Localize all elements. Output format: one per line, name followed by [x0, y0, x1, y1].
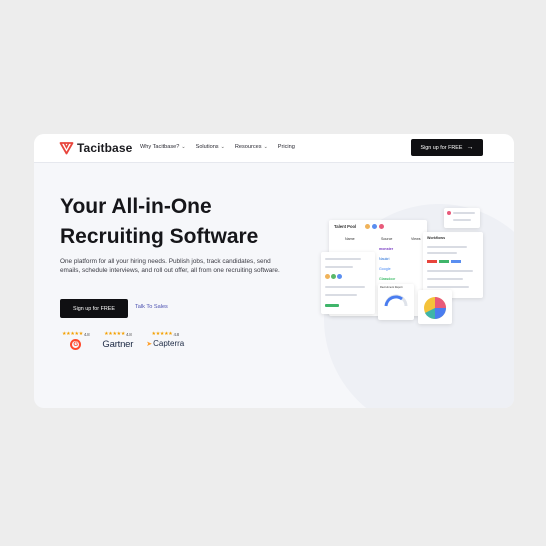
g2-star-icons: ★★★★★ [62, 331, 83, 337]
capterra-icon: ➤ [146, 340, 153, 348]
review-badges: ★★★★★ 4.8 G ★★★★★ 4.8 Gartner ★★★★★ 4.8 … [62, 331, 184, 350]
capterra-logo: ➤ Capterra [146, 339, 184, 348]
talk-to-sales-link[interactable]: Talk To Sales [135, 304, 168, 310]
avatar [325, 274, 330, 279]
logo-icon [59, 142, 74, 155]
text-line [325, 266, 353, 268]
avatar [365, 224, 370, 229]
menu-why-tacitbase[interactable]: Why Tacitbase? ⌄ [140, 144, 186, 150]
avatar [447, 211, 451, 215]
hero-signup-button[interactable]: Sign up for FREE [60, 299, 128, 318]
menu-solutions[interactable]: Solutions ⌄ [196, 144, 225, 150]
comment-card [444, 208, 480, 228]
talent-pool-title: Talent Pool [334, 224, 357, 229]
text-line [427, 270, 473, 272]
hero-title-line1: Your All-in-One [60, 195, 212, 218]
tag [451, 260, 461, 263]
source-monster: monster [379, 247, 394, 251]
workflow-panel: Workflows [423, 232, 483, 298]
capterra-name: Capterra [153, 339, 185, 348]
avatar [372, 224, 377, 229]
badge-g2: ★★★★★ 4.8 G [62, 331, 90, 350]
tag [439, 260, 449, 263]
capterra-star-icons: ★★★★★ [151, 331, 173, 337]
g2-icon: G [70, 339, 82, 350]
brand-logo[interactable]: Tacitbase [59, 140, 132, 155]
gartner-logo: Gartner [102, 339, 134, 350]
text-line [453, 212, 475, 214]
capterra-stars: ★★★★★ 4.8 [151, 331, 180, 337]
avatar [379, 224, 384, 229]
report-title: Recruitment Report [380, 286, 403, 289]
menu-pricing-label: Pricing [277, 144, 295, 150]
badge-gartner: ★★★★★ 4.8 Gartner [102, 331, 133, 350]
status-bar [325, 304, 339, 307]
menu-why-tacitbase-label: Why Tacitbase? [140, 144, 180, 150]
chevron-down-icon: ⌄ [220, 144, 225, 150]
text-line [325, 258, 361, 260]
g2-rating: 4.8 [83, 331, 90, 337]
avatar [337, 274, 342, 279]
menu-resources-label: Resources [234, 144, 262, 150]
badge-capterra: ★★★★★ 4.8 ➤ Capterra [146, 331, 184, 350]
col-stage: Views [411, 237, 421, 241]
hero-subtitle: One platform for all your hiring needs. … [60, 258, 280, 275]
menu-resources[interactable]: Resources ⌄ [235, 144, 268, 150]
menu-pricing[interactable]: Pricing [278, 144, 295, 150]
col-name: Name [345, 237, 355, 241]
text-line [427, 246, 467, 248]
hero-title-line2: Recruiting Software [60, 225, 259, 248]
text-line [325, 286, 365, 288]
capterra-rating: 4.8 [173, 331, 179, 337]
nav-signup-label: Sign up for FREE [420, 144, 463, 151]
candidate-card [321, 252, 375, 314]
recruitment-report-card: Recruitment Report [378, 284, 414, 320]
text-line [427, 252, 457, 254]
chevron-down-icon: ⌄ [263, 144, 268, 150]
g2-stars: ★★★★★ 4.8 [62, 331, 90, 337]
gartner-rating: 4.8 [126, 331, 132, 337]
gartner-stars: ★★★★★ 4.8 [104, 331, 132, 337]
landing-page-card: Tacitbase Why Tacitbase? ⌄ Solutions ⌄ R… [34, 134, 514, 408]
chevron-down-icon: ⌄ [181, 144, 186, 150]
col-source: Source [381, 237, 393, 241]
brand-name: Tacitbase [77, 140, 133, 155]
source-naukri: Naukri [379, 257, 390, 261]
pie-chart [424, 297, 446, 320]
pie-chart-card [418, 290, 452, 324]
text-line [427, 286, 469, 288]
nav-signup-button[interactable]: Sign up for FREE → [411, 139, 483, 156]
hero-title: Your All-in-One Recruiting Software [60, 192, 300, 252]
gartner-star-icons: ★★★★★ [104, 331, 126, 337]
top-navbar: Tacitbase Why Tacitbase? ⌄ Solutions ⌄ R… [34, 134, 514, 163]
source-glassdoor: Glassdoor [379, 277, 396, 281]
avatar [331, 274, 336, 279]
menu-solutions-label: Solutions [195, 144, 219, 150]
gauge-chart [384, 294, 408, 307]
workflow-title: Workflows [427, 236, 446, 240]
source-google: Google [379, 267, 391, 271]
text-line [453, 219, 471, 221]
main-menu: Why Tacitbase? ⌄ Solutions ⌄ Resources ⌄… [140, 144, 295, 150]
text-line [427, 278, 463, 280]
text-line [325, 294, 357, 296]
arrow-right-icon: → [466, 144, 474, 151]
tag [427, 260, 437, 263]
